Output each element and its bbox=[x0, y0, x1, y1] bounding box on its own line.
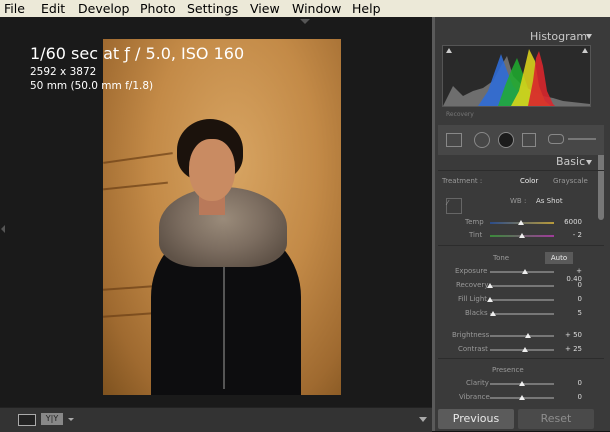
brightness-slider[interactable] bbox=[490, 335, 554, 337]
fill-light-slider[interactable] bbox=[490, 299, 554, 301]
vibrance-value[interactable]: 0 bbox=[562, 393, 582, 401]
exposure-info: 1/60 sec at ƒ / 5.0, ISO 160 bbox=[30, 44, 245, 63]
histogram-collapse-icon[interactable] bbox=[586, 34, 592, 39]
photo[interactable] bbox=[103, 39, 341, 395]
exposure-slider-thumb[interactable] bbox=[522, 269, 529, 274]
temp-label: Temp bbox=[465, 218, 484, 226]
reset-button[interactable]: Reset bbox=[518, 409, 594, 429]
crop-icon[interactable] bbox=[446, 133, 462, 147]
clarity-label: Clarity bbox=[466, 379, 489, 387]
view-dropdown-icon[interactable] bbox=[68, 418, 74, 421]
graduated-filter-icon[interactable] bbox=[522, 133, 536, 147]
red-eye-icon[interactable] bbox=[498, 132, 514, 148]
recovery-label: Recovery bbox=[456, 281, 489, 289]
subject-zipper bbox=[223, 249, 225, 389]
histogram-chart bbox=[442, 45, 591, 107]
menu-develop[interactable]: Develop bbox=[78, 1, 129, 16]
previous-button[interactable]: Previous bbox=[438, 409, 514, 429]
fill-light-slider-thumb[interactable] bbox=[487, 297, 493, 302]
divider bbox=[438, 358, 604, 359]
menu-bar: File Edit Develop Photo Settings View Wi… bbox=[0, 0, 610, 18]
tone-label: Tone bbox=[493, 254, 510, 262]
highlight-clipping-icon[interactable] bbox=[582, 48, 588, 53]
blacks-slider-thumb[interactable] bbox=[490, 311, 497, 316]
panel-scrollbar[interactable] bbox=[598, 150, 604, 220]
tool-slider[interactable] bbox=[568, 138, 596, 140]
contrast-slider-thumb[interactable] bbox=[522, 347, 529, 352]
basic-collapse-icon[interactable] bbox=[586, 160, 592, 165]
menu-window[interactable]: Window bbox=[292, 1, 341, 16]
fill-light-value[interactable]: 0 bbox=[562, 295, 582, 303]
contrast-label: Contrast bbox=[458, 345, 488, 353]
divider bbox=[438, 245, 604, 246]
recovery-slider-thumb[interactable] bbox=[487, 283, 493, 288]
toolbar bbox=[0, 407, 432, 432]
blacks-value[interactable]: 5 bbox=[562, 309, 582, 317]
fill-light-label: Fill Light bbox=[458, 295, 488, 303]
eyedropper-icon[interactable]: ⁄ bbox=[446, 198, 462, 214]
brightness-slider-thumb[interactable] bbox=[525, 333, 532, 338]
blacks-label: Blacks bbox=[465, 309, 488, 317]
yy-compare-icon[interactable]: Y|Y bbox=[41, 413, 63, 425]
dimensions-info: 2592 x 3872 bbox=[30, 66, 97, 78]
top-panel-toggle-icon[interactable] bbox=[300, 19, 310, 24]
recovery-value[interactable]: 0 bbox=[562, 281, 582, 289]
background-line bbox=[103, 181, 168, 191]
toolbar-menu-icon[interactable] bbox=[419, 417, 427, 422]
exposure-label: Exposure bbox=[455, 267, 488, 275]
lens-info: 50 mm (50.0 mm f/1.8) bbox=[30, 80, 154, 92]
presence-label: Presence bbox=[492, 366, 524, 374]
blacks-slider[interactable] bbox=[490, 313, 554, 315]
temp-slider-thumb[interactable] bbox=[517, 220, 524, 225]
vibrance-label: Vibrance bbox=[459, 393, 490, 401]
menu-edit[interactable]: Edit bbox=[41, 1, 65, 16]
background-line bbox=[103, 312, 154, 318]
spot-removal-icon[interactable] bbox=[474, 132, 490, 148]
menu-photo[interactable]: Photo bbox=[140, 1, 176, 16]
auto-button[interactable]: Auto bbox=[545, 252, 573, 264]
treatment-color[interactable]: Color bbox=[520, 177, 538, 185]
treatment-label: Treatment : bbox=[442, 177, 483, 185]
histogram-title[interactable]: Histogram bbox=[530, 30, 587, 43]
tint-value[interactable]: - 2 bbox=[562, 231, 582, 239]
vibrance-slider-thumb[interactable] bbox=[519, 395, 525, 400]
contrast-value[interactable]: + 25 bbox=[562, 345, 582, 353]
wb-value[interactable]: As Shot bbox=[536, 197, 563, 205]
background-line bbox=[103, 285, 154, 291]
menu-help[interactable]: Help bbox=[352, 1, 381, 16]
tint-slider-thumb[interactable] bbox=[519, 233, 525, 238]
divider bbox=[438, 170, 604, 171]
menu-file[interactable]: File bbox=[4, 1, 25, 16]
temp-value[interactable]: 6000 bbox=[562, 218, 582, 226]
brightness-value[interactable]: + 50 bbox=[562, 331, 582, 339]
subject-face bbox=[189, 139, 235, 201]
wb-label: WB : bbox=[510, 197, 527, 205]
basic-title[interactable]: Basic bbox=[556, 155, 585, 168]
clarity-value[interactable]: 0 bbox=[562, 379, 582, 387]
tool-strip bbox=[438, 125, 604, 155]
treatment-grayscale[interactable]: Grayscale bbox=[553, 177, 588, 185]
brightness-label: Brightness bbox=[452, 331, 490, 339]
clarity-slider-thumb[interactable] bbox=[519, 381, 525, 386]
recovery-slider[interactable] bbox=[490, 285, 554, 287]
background-line bbox=[103, 152, 173, 164]
left-panel-toggle-icon[interactable] bbox=[1, 225, 5, 233]
shadow-clipping-icon[interactable] bbox=[446, 48, 452, 53]
histogram-label: Recovery bbox=[446, 111, 474, 118]
tint-label: Tint bbox=[469, 231, 483, 239]
adjustment-brush-icon[interactable] bbox=[548, 134, 564, 144]
menu-view[interactable]: View bbox=[250, 1, 280, 16]
menu-settings[interactable]: Settings bbox=[187, 1, 238, 16]
loupe-view-icon[interactable] bbox=[18, 414, 36, 426]
